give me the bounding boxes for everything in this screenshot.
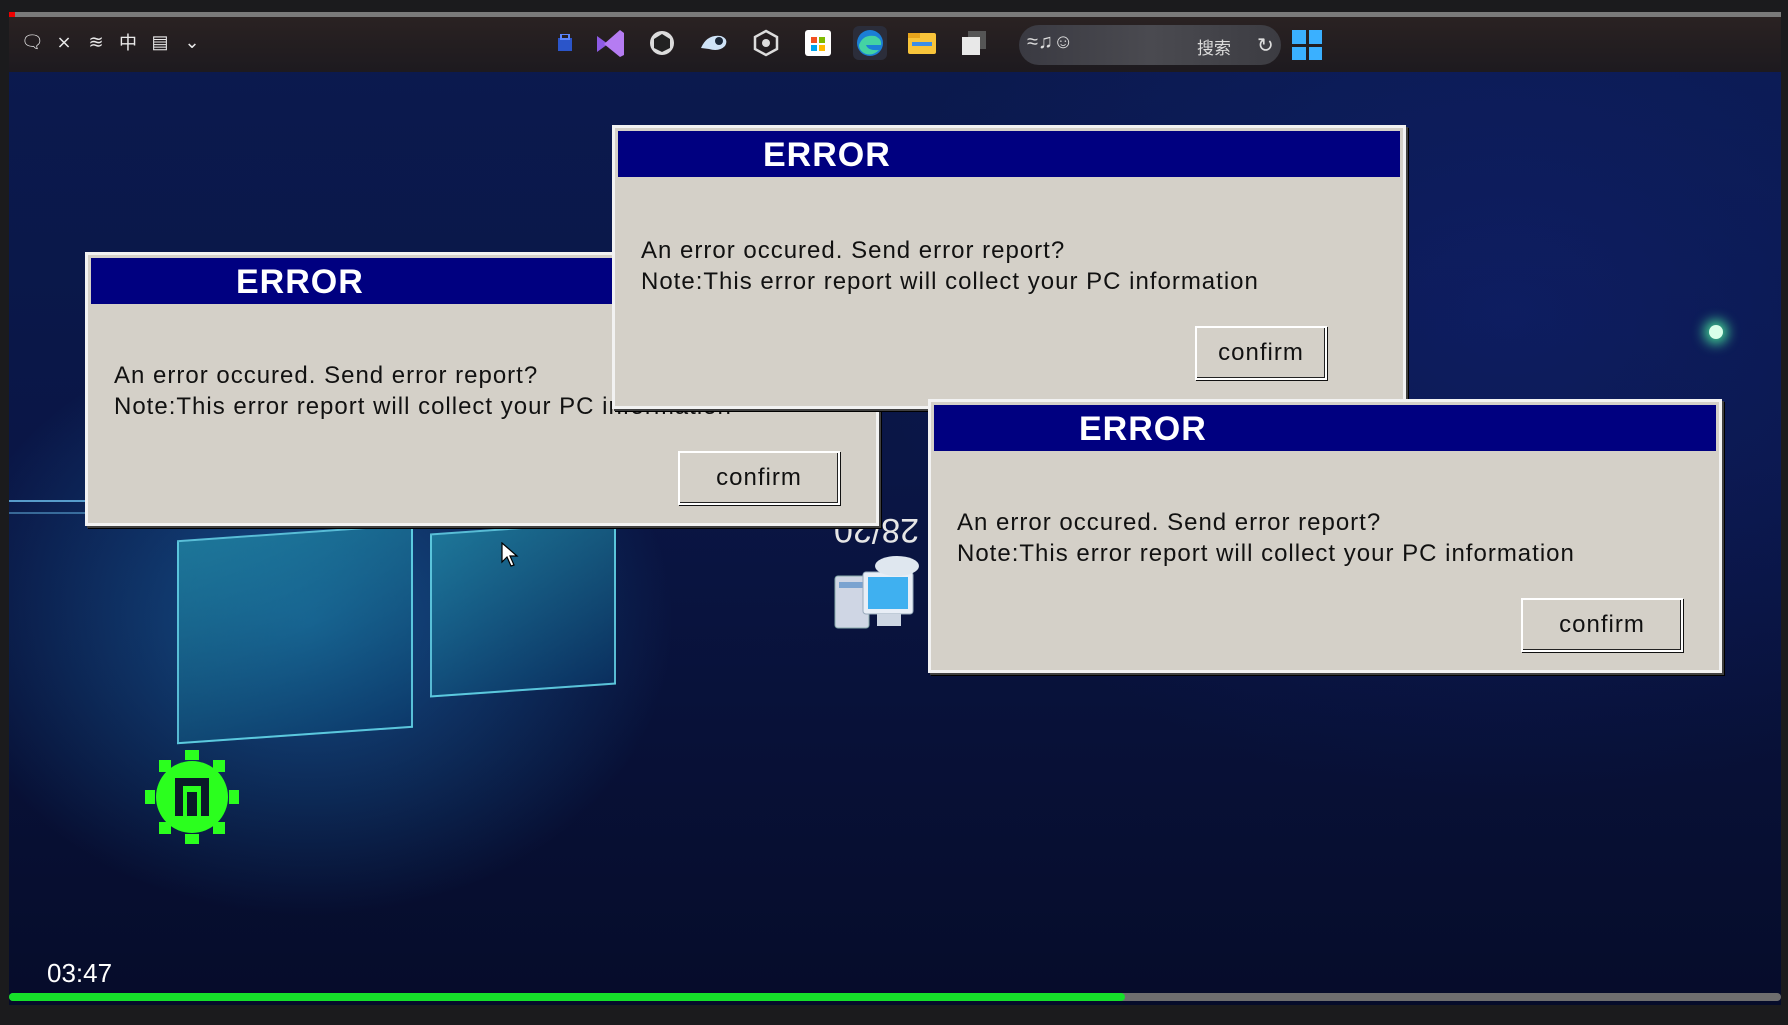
chat-icon[interactable]: 🗨 — [21, 32, 44, 53]
chevron-down-icon[interactable]: ⌄ — [181, 32, 203, 53]
dialog-message-line1: An error occured. Send error report? — [641, 237, 1066, 264]
dialog-title: ERROR — [1079, 410, 1207, 448]
confirm-button[interactable]: confirm — [678, 451, 840, 505]
unity-icon[interactable] — [645, 26, 679, 60]
confirm-button[interactable]: confirm — [1195, 326, 1327, 380]
microsoft-store-icon[interactable] — [801, 26, 835, 60]
edge-icon[interactable] — [853, 26, 887, 60]
dialog-message-line2: Note:This error report will collect your… — [957, 540, 1575, 567]
search-label: 搜索 — [1197, 39, 1231, 59]
pinned-apps — [555, 26, 991, 60]
computer-icon[interactable] — [829, 552, 929, 647]
dialog-titlebar: ERROR — [618, 131, 1400, 177]
clipboard-icon[interactable]: ▤ — [149, 32, 171, 53]
window-logo-pane — [177, 523, 413, 745]
progress-bar — [9, 993, 1781, 1001]
visual-studio-icon[interactable] — [593, 26, 627, 60]
file-explorer-icon[interactable] — [905, 26, 939, 60]
window-logo-pane — [430, 520, 616, 698]
error-dialog: ERROR An error occured. Send error repor… — [928, 399, 1722, 673]
dialog-message: An error occured. Send error report? Not… — [641, 235, 1259, 297]
error-dialog: ERROR An error occured. Send error repor… — [612, 125, 1406, 409]
network-icon[interactable]: ≋ — [85, 32, 107, 53]
progress-fill — [9, 993, 1126, 1001]
countdown-timer: 03:47 — [47, 958, 113, 988]
wave-icon: ≈♫☺ — [1027, 31, 1074, 53]
tray-left-icons: 🗨 ⨯ ≋ 中 ▤ ⌄ — [21, 29, 203, 55]
windows-logo-icon[interactable] — [1292, 30, 1322, 60]
input-method-icon[interactable]: 中 — [117, 29, 139, 55]
store-icon[interactable] — [555, 26, 575, 60]
taskbar: 🗨 ⨯ ≋ 中 ▤ ⌄ ≈♫☺ 搜索 ↻ — [9, 17, 1781, 72]
mouse-cursor — [501, 541, 519, 573]
game-screen: 🗨 ⨯ ≋ 中 ▤ ⌄ ≈♫☺ 搜索 ↻ 28/20 ERROR An erro… — [9, 12, 1781, 1005]
dialog-message-line1: An error occured. Send error report? — [957, 509, 1382, 536]
dialog-message: An error occured. Send error report? Not… — [957, 507, 1575, 569]
confirm-button[interactable]: confirm — [1521, 598, 1683, 652]
cube-icon[interactable] — [749, 26, 783, 60]
green-virus-icon[interactable] — [145, 750, 239, 849]
search-bar[interactable]: ≈♫☺ 搜索 ↻ — [1019, 25, 1281, 65]
mute-icon[interactable]: ⨯ — [53, 32, 75, 53]
windows-icon[interactable] — [957, 26, 991, 60]
dialog-titlebar: ERROR — [934, 405, 1716, 451]
glow-dot — [1709, 325, 1723, 339]
steam-icon[interactable] — [697, 26, 731, 60]
refresh-icon[interactable]: ↻ — [1257, 33, 1274, 58]
dialog-title: ERROR — [763, 136, 891, 174]
dialog-message-line2: Note:This error report will collect your… — [641, 268, 1259, 295]
dialog-title: ERROR — [236, 263, 364, 301]
